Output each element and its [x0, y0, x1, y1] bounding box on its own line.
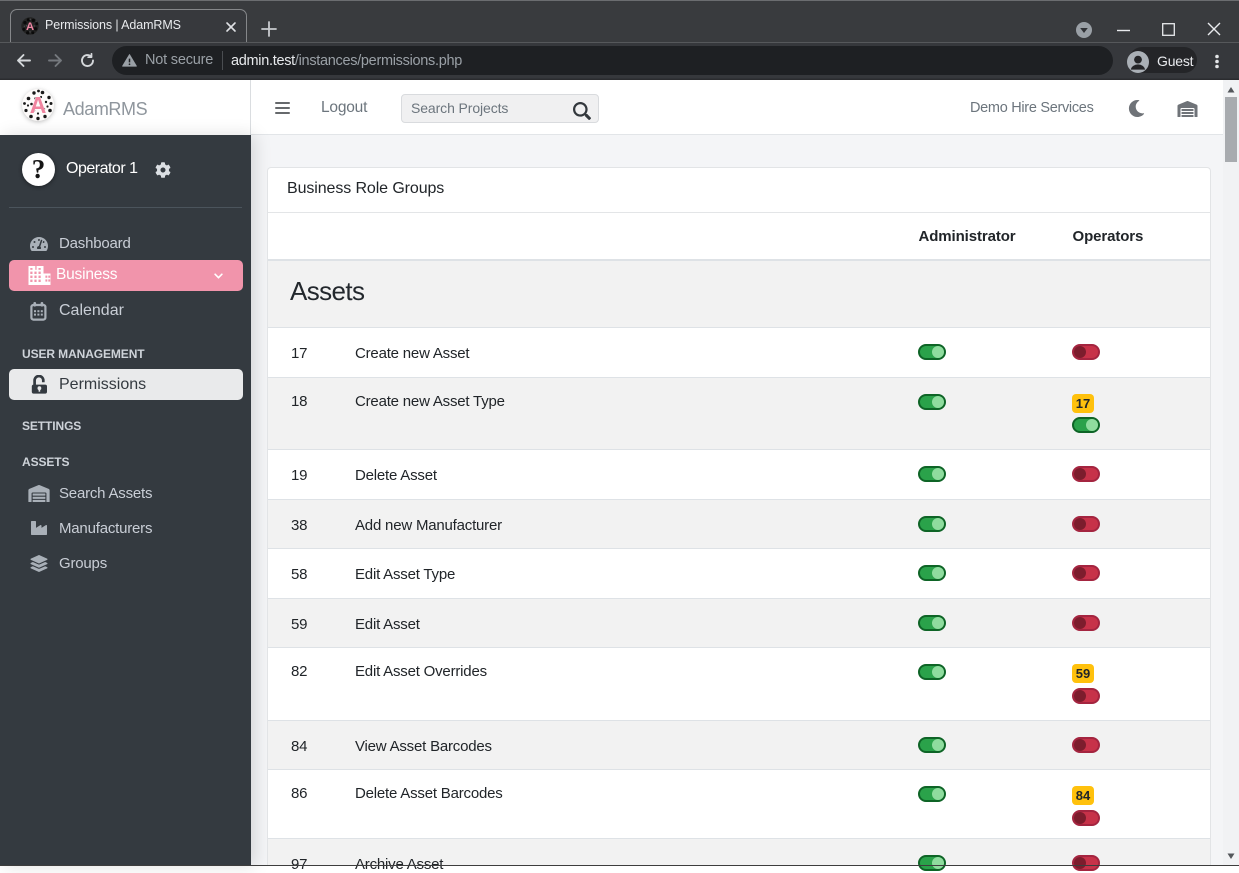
svg-text:A: A	[26, 21, 34, 33]
svg-text:A: A	[30, 92, 47, 118]
